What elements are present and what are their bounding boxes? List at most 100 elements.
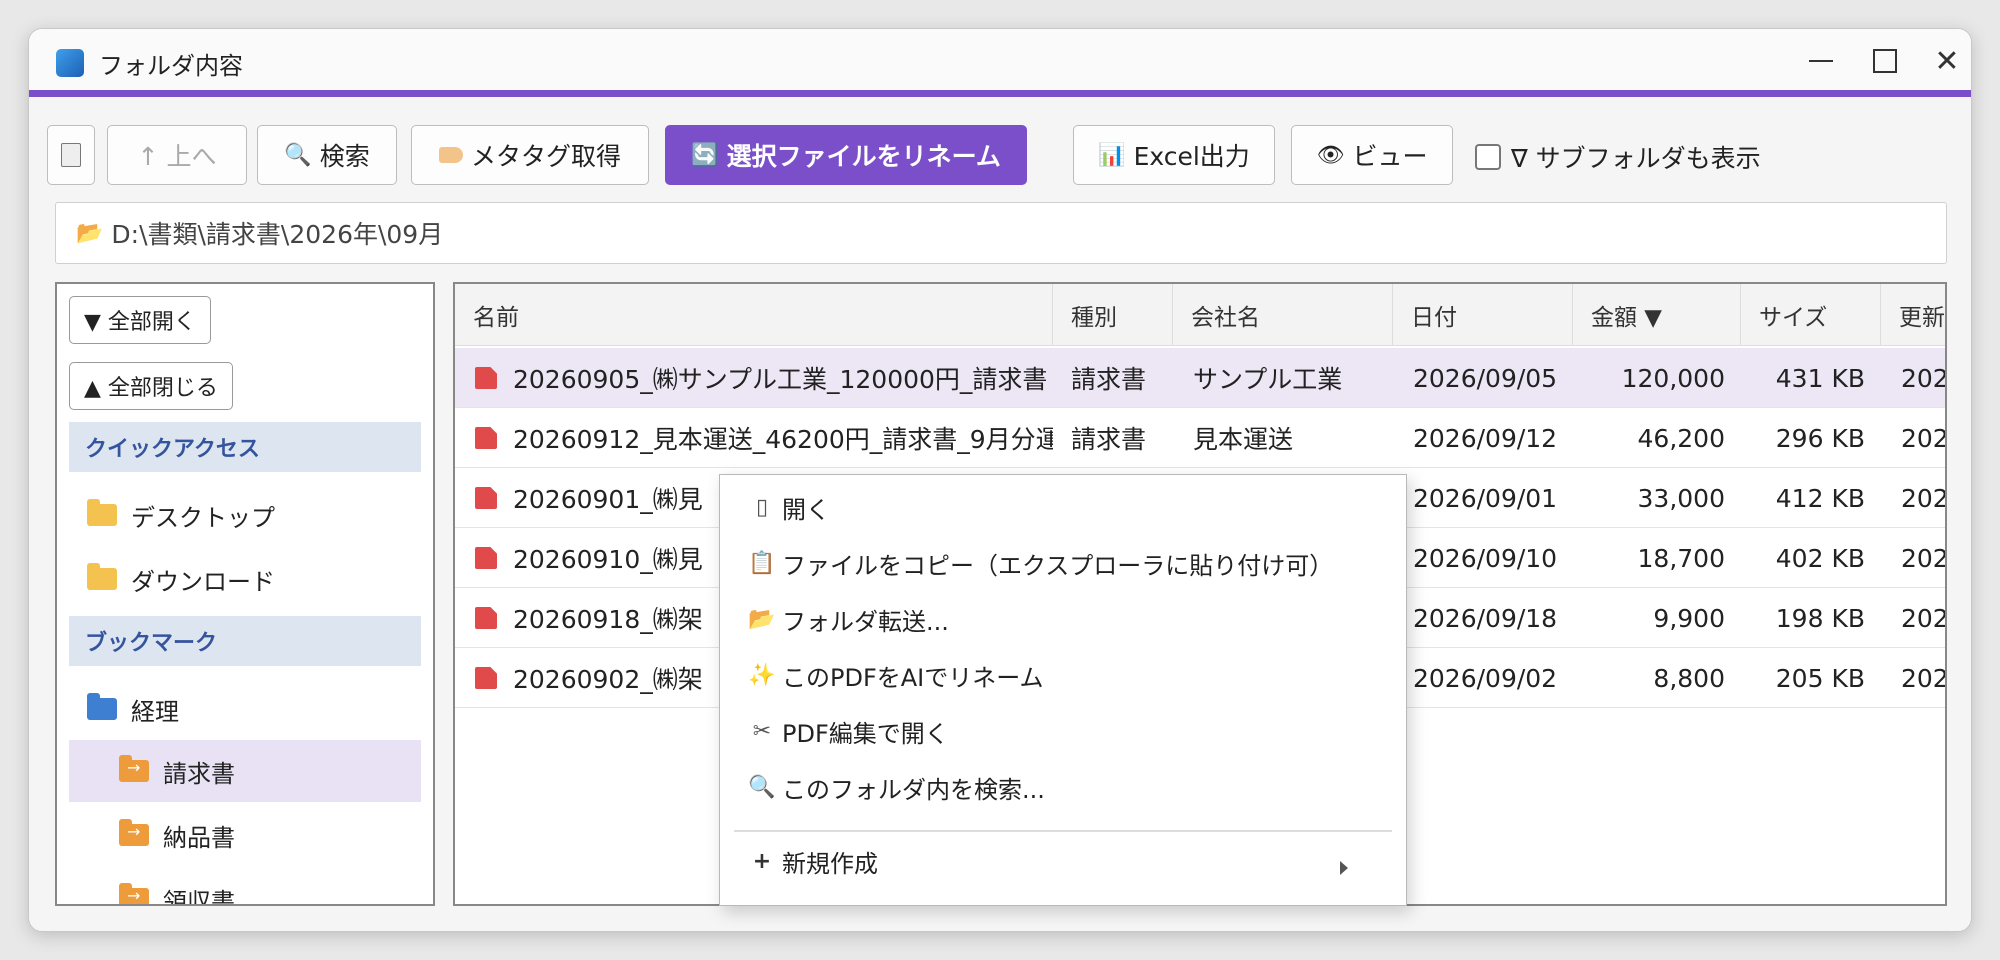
view-button-label: ビュー [1352,142,1428,171]
cell-amount: 120,000 [1621,363,1725,393]
cell-date: 2026/09/02 [1413,663,1558,693]
refresh-icon: 🔄 [691,142,719,168]
document-icon [61,143,81,167]
get-metatag-label: メタタグ取得 [470,142,621,171]
menu-item-new[interactable]: + 新規作成 [748,839,1388,883]
menu-item-ai-rename[interactable]: ✨ このPDFをAIでリネーム [748,653,1388,697]
tree-item-accounting[interactable]: 経理 [69,678,421,740]
menu-item-label: このフォルダ内を検索... [782,775,1045,804]
cell-size: 296 KB [1775,423,1865,453]
current-path: D:\書類\請求書\2026年\09月 [111,220,444,249]
cell-size: 431 KB [1775,363,1865,393]
tree-item-receipts[interactable]: 領収書 [69,868,421,904]
list-header: 名前 種別 会社名 日付 金額 ▼ サイズ 更新 [455,284,1945,346]
tree-item-label: デスクトップ [131,503,275,532]
tree-item-downloads[interactable]: ダウンロード [69,548,421,610]
new-document-button[interactable] [47,125,95,185]
tree-item-label: 経理 [131,697,179,726]
cell-modified: 202 [1901,363,1947,393]
menu-item-label: 新規作成 [782,849,878,878]
folder-icon [87,563,117,590]
open-icon: ▯ [755,494,769,520]
folder-open-icon: 📂 [748,606,776,632]
folder-open-icon: 📂 [76,220,104,246]
app-icon [56,49,84,77]
menu-item-edit-pdf[interactable]: ✂ PDF編集で開く [748,709,1388,753]
up-button[interactable]: ↑ 上へ [107,125,247,185]
folder-tree-panel: ▼ 全部開く ▲ 全部閉じる クイックアクセス デスクトップ ダウンロード ブッ… [55,282,435,906]
column-header-modified[interactable]: 更新 [1881,284,1945,346]
up-button-label: ↑ 上へ [137,142,217,171]
expand-all-button[interactable]: ▼ 全部開く [69,296,211,344]
tree-item-label: ダウンロード [131,567,275,596]
tree-item-invoices[interactable]: 請求書 [69,740,421,802]
column-header-amount[interactable]: 金額 ▼ [1573,284,1741,346]
menu-item-copy-file[interactable]: 📋 ファイルをコピー（エクスプローラに貼り付け可） [748,541,1388,585]
search-icon: 🔍 [284,142,312,168]
show-subfolders-checkbox[interactable] [1475,144,1501,170]
pdf-icon [475,547,497,569]
file-name: 20260901_㈱見 [513,485,703,514]
menu-separator [734,830,1392,832]
column-header-company[interactable]: 会社名 [1173,284,1393,346]
scissors-icon: ✂ [752,718,772,744]
submenu-arrow-icon [1340,861,1348,875]
excel-export-button[interactable]: 📊 Excel出力 [1073,125,1275,185]
plus-icon: + [752,848,772,874]
tag-icon [438,147,463,163]
quick-access-header: クイックアクセス [69,422,421,472]
menu-item-transfer-folder[interactable]: 📂 フォルダ転送... [748,597,1388,641]
tree-item-delivery-notes[interactable]: 納品書 [69,804,421,866]
table-row[interactable]: 20260912_見本運送_46200円_請求書_9月分運 請求書 見本運送 2026… [455,408,1945,468]
bookmarks-header: ブックマーク [69,616,421,666]
rename-selected-button[interactable]: 🔄 選択ファイルをリネーム [665,125,1027,185]
pdf-icon [475,367,497,389]
cell-amount: 33,000 [1637,483,1725,513]
cell-type: 請求書 [1071,365,1147,394]
pdf-icon [475,487,497,509]
cell-size: 402 KB [1775,543,1865,573]
search-button-label: 検索 [319,142,370,171]
cell-company: サンプル工業 [1193,365,1343,394]
show-subfolders-label: ∇ サブフォルダも表示 [1511,144,1761,173]
context-menu: ▯ 開く 📋 ファイルをコピー（エクスプローラに貼り付け可） 📂 フォルダ転送.… [719,474,1407,906]
sparkles-icon: ✨ [748,662,776,688]
tree-item-label: 納品書 [163,823,235,852]
table-row[interactable]: 20260905_㈱サンプル工業_120000円_請求書 請求書 サンプル工業 202… [455,348,1947,408]
get-metatag-button[interactable]: メタタグ取得 [411,125,649,185]
collapse-all-button[interactable]: ▲ 全部閉じる [69,362,233,410]
cell-amount: 46,200 [1637,423,1725,453]
cell-amount: 9,900 [1653,603,1725,633]
bar-chart-icon: 📊 [1098,142,1126,168]
cell-modified: 202 [1901,483,1947,513]
file-name: 20260910_㈱見 [513,545,703,574]
search-button[interactable]: 🔍 検索 [257,125,397,185]
file-name: 20260902_㈱架 [513,665,703,694]
menu-item-label: このPDFをAIでリネーム [782,663,1044,692]
show-subfolders-toggle[interactable]: ∇ サブフォルダも表示 [1475,139,1761,175]
path-bar[interactable]: 📂 D:\書類\請求書\2026年\09月 [55,202,1947,264]
column-header-type[interactable]: 種別 [1053,284,1173,346]
minimize-button[interactable] [1801,43,1841,79]
shortcut-folder-icon [119,819,149,846]
menu-item-open[interactable]: ▯ 開く [748,485,1388,529]
cell-date: 2026/09/10 [1413,543,1558,573]
file-name: 20260905_㈱サンプル工業_120000円_請求書 [513,365,1048,394]
tree-item-desktop[interactable]: デスクトップ [69,484,421,546]
view-button[interactable]: 👁 ビュー [1291,125,1453,185]
menu-item-label: フォルダ転送... [782,607,949,636]
folder-icon [87,499,117,526]
close-button[interactable]: ✕ [1927,43,1967,79]
column-header-name[interactable]: 名前 [455,284,1053,346]
menu-item-search-folder[interactable]: 🔍 このフォルダ内を検索... [748,765,1388,809]
maximize-button[interactable] [1865,43,1905,79]
column-header-date[interactable]: 日付 [1393,284,1573,346]
cell-amount: 8,800 [1653,663,1725,693]
cell-modified: 202 [1901,603,1947,633]
cell-amount: 18,700 [1637,543,1725,573]
menu-item-label: ファイルをコピー（エクスプローラに貼り付け可） [782,551,1334,580]
toolbar: ↑ 上へ 🔍 検索 メタタグ取得 🔄 選択ファイルをリネーム 📊 Excel出力… [29,125,1971,187]
cell-date: 2026/09/18 [1413,603,1558,633]
column-header-size[interactable]: サイズ [1741,284,1881,346]
cell-type: 請求書 [1071,425,1147,454]
